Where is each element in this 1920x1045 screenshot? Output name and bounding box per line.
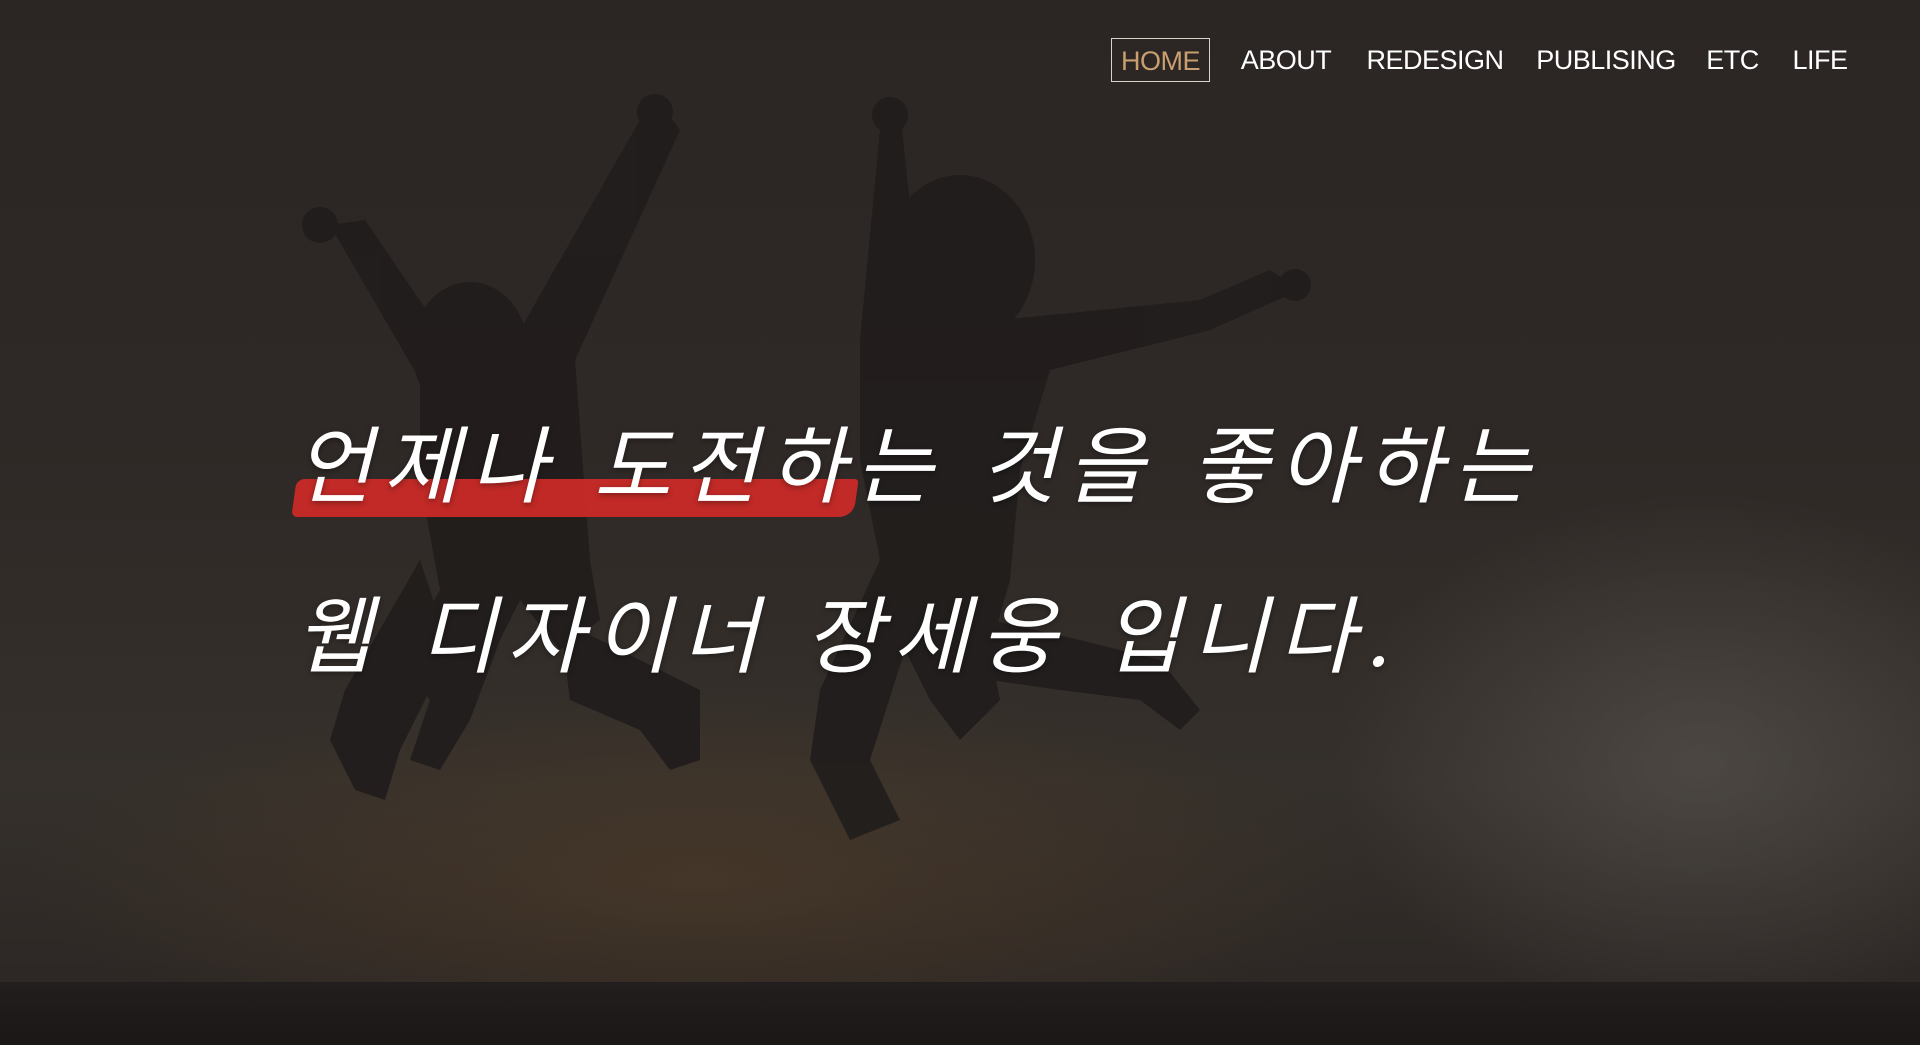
- hero-headline-line2: 웹 디자이너 장세웅 입니다.: [295, 588, 1402, 686]
- hero-background: [0, 0, 1920, 1045]
- headline-highlight-text: 언제나 도전: [295, 418, 769, 516]
- headline-line1-rest: 하는 것을 좋아하는: [768, 418, 1540, 516]
- sea-horizon: [0, 982, 1920, 1045]
- jumping-people-silhouette: [302, 94, 1311, 840]
- nav-about[interactable]: ABOUT: [1236, 38, 1336, 82]
- nav-home[interactable]: HOME: [1111, 38, 1210, 82]
- nav-etc[interactable]: ETC: [1705, 38, 1760, 82]
- main-nav: HOME ABOUT REDESIGN PUBLISING ETC LIFE: [0, 38, 1920, 84]
- hero-headline-line1: 언제나 도전하는 것을 좋아하는: [295, 400, 1540, 521]
- nav-life[interactable]: LIFE: [1790, 38, 1850, 82]
- nav-publising[interactable]: PUBLISING: [1535, 38, 1677, 82]
- nav-redesign[interactable]: REDESIGN: [1366, 38, 1504, 82]
